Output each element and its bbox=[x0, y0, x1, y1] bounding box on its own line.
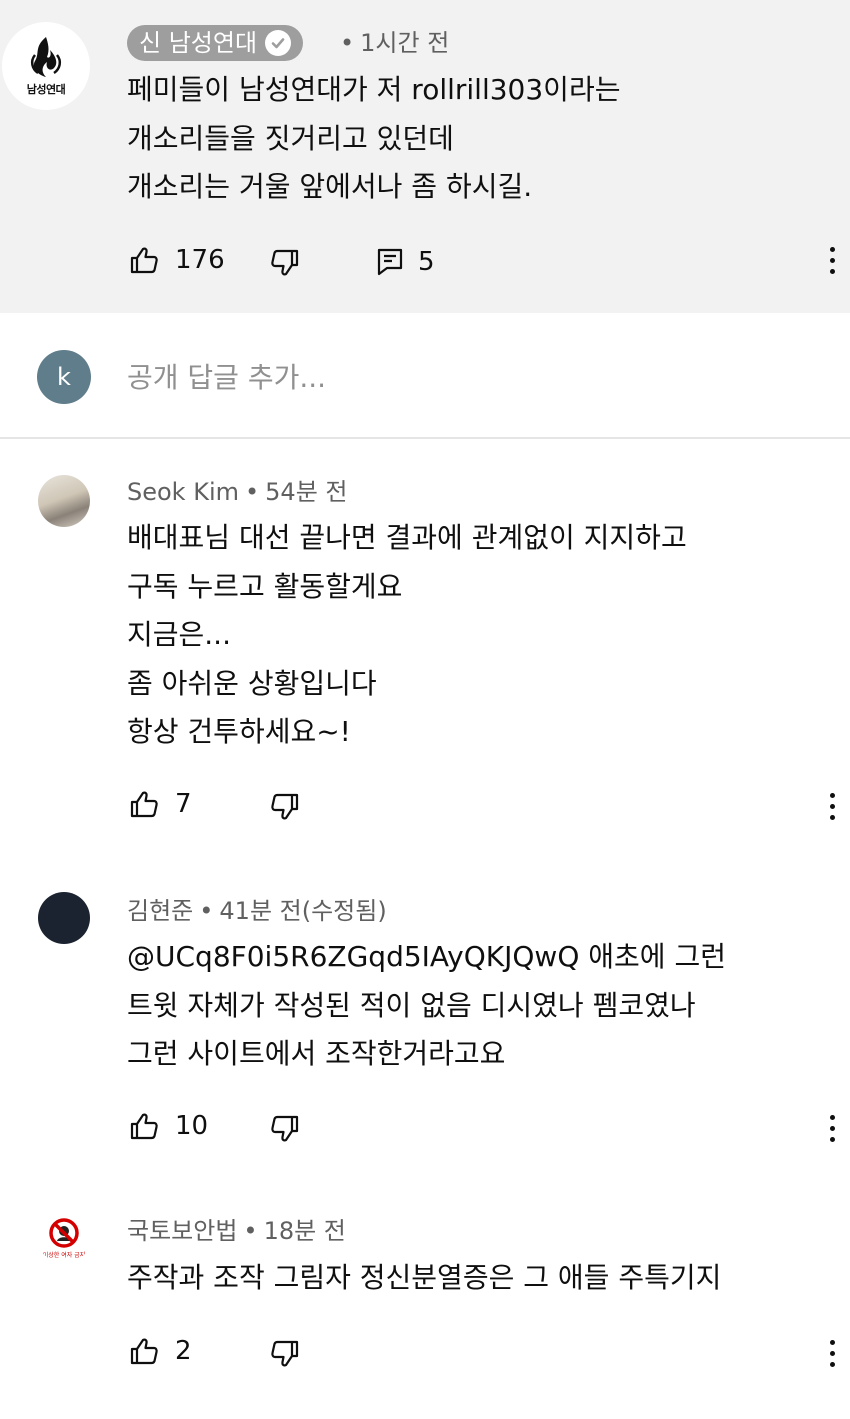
comment-meta: Seok Kim • 54분 전 bbox=[127, 475, 347, 509]
avatar[interactable]: 이상한 여자 금지 bbox=[38, 1212, 90, 1264]
meta-separator: • bbox=[243, 1217, 258, 1245]
thumbs-up-icon[interactable] bbox=[127, 1334, 161, 1368]
comment-meta: 국토보안법 • 18분 전 bbox=[127, 1214, 346, 1248]
comment-time: 1시간 전 bbox=[360, 29, 450, 57]
comment-actions: 2 bbox=[127, 1331, 192, 1371]
thumbs-down-icon[interactable] bbox=[268, 1112, 302, 1146]
meta-separator: • bbox=[340, 29, 355, 57]
comment-icon bbox=[376, 247, 404, 277]
reply-input[interactable]: 공개 답글 추가... bbox=[127, 358, 326, 398]
thumbs-down-icon[interactable] bbox=[268, 246, 302, 280]
comment-text: @UCq8F0i5R6ZGqd5IAyQKJQwQ 애초에 그런 트윗 자체가 … bbox=[127, 940, 726, 1070]
avatar[interactable] bbox=[38, 475, 90, 527]
comment-time: 41분 전(수정됨) bbox=[219, 897, 387, 925]
like-count: 10 bbox=[175, 1111, 209, 1141]
comment-author[interactable]: 국토보안법 bbox=[127, 1217, 237, 1245]
reply-count-group[interactable]: 5 bbox=[376, 242, 435, 282]
flame-logo-icon bbox=[30, 37, 62, 77]
thumbs-up-icon[interactable] bbox=[127, 243, 161, 277]
meta-separator: • bbox=[245, 478, 260, 506]
avatar[interactable] bbox=[38, 892, 90, 944]
like-count: 2 bbox=[175, 1336, 192, 1366]
more-vert-icon[interactable] bbox=[820, 1108, 844, 1148]
thumbs-up-icon[interactable] bbox=[127, 787, 161, 821]
more-vert-icon[interactable] bbox=[820, 786, 844, 826]
divider bbox=[0, 437, 850, 439]
comment-author[interactable]: Seok Kim bbox=[127, 478, 239, 506]
comment-author: 신 남성연대 bbox=[139, 29, 258, 57]
more-vert-icon[interactable] bbox=[820, 240, 844, 280]
comment-time: 54분 전 bbox=[265, 478, 348, 506]
thumbs-down-icon[interactable] bbox=[268, 1337, 302, 1371]
comment-author[interactable]: 김현준 bbox=[127, 897, 193, 925]
prohibition-sign-icon bbox=[49, 1218, 79, 1248]
comment-text: 주작과 조작 그림자 정신분열증은 그 애들 주특기지 bbox=[127, 1261, 722, 1294]
thumbs-down-icon[interactable] bbox=[268, 790, 302, 824]
more-vert-icon[interactable] bbox=[820, 1333, 844, 1373]
comment-actions: 7 bbox=[127, 784, 192, 824]
comment-actions: 10 bbox=[127, 1106, 208, 1146]
channel-logo-text: 남성연대 bbox=[26, 83, 66, 96]
highlighted-comment: 남성연대 신 남성연대 • 1시간 전 페미들이 남성연대가 저 rollrill… bbox=[0, 0, 850, 313]
reply-count: 5 bbox=[418, 247, 435, 277]
user-avatar: k bbox=[37, 350, 91, 404]
comment-time: 18분 전 bbox=[263, 1217, 346, 1245]
verified-check-icon bbox=[265, 30, 292, 56]
comment-meta: • 1시간 전 bbox=[334, 26, 449, 60]
author-chip[interactable]: 신 남성연대 bbox=[127, 25, 304, 61]
thumbs-up-icon[interactable] bbox=[127, 1109, 161, 1143]
like-count: 7 bbox=[175, 789, 192, 819]
comment-text: 페미들이 남성연대가 저 rollrill303이라는 개소리들을 짓거리고 있… bbox=[127, 73, 621, 203]
meta-separator: • bbox=[199, 897, 214, 925]
comment-meta: 김현준 • 41분 전(수정됨) bbox=[127, 894, 387, 928]
comment-text: 배대표님 대선 끝나면 결과에 관계없이 지지하고 구독 누르고 활동할게요 지… bbox=[127, 521, 687, 748]
like-count: 176 bbox=[175, 245, 225, 275]
comment-actions: 176 bbox=[127, 240, 225, 280]
user-avatar-letter: k bbox=[57, 363, 71, 391]
avatar-caption: 이상한 여자 금지 bbox=[42, 1252, 86, 1259]
channel-avatar[interactable]: 남성연대 bbox=[2, 22, 90, 110]
